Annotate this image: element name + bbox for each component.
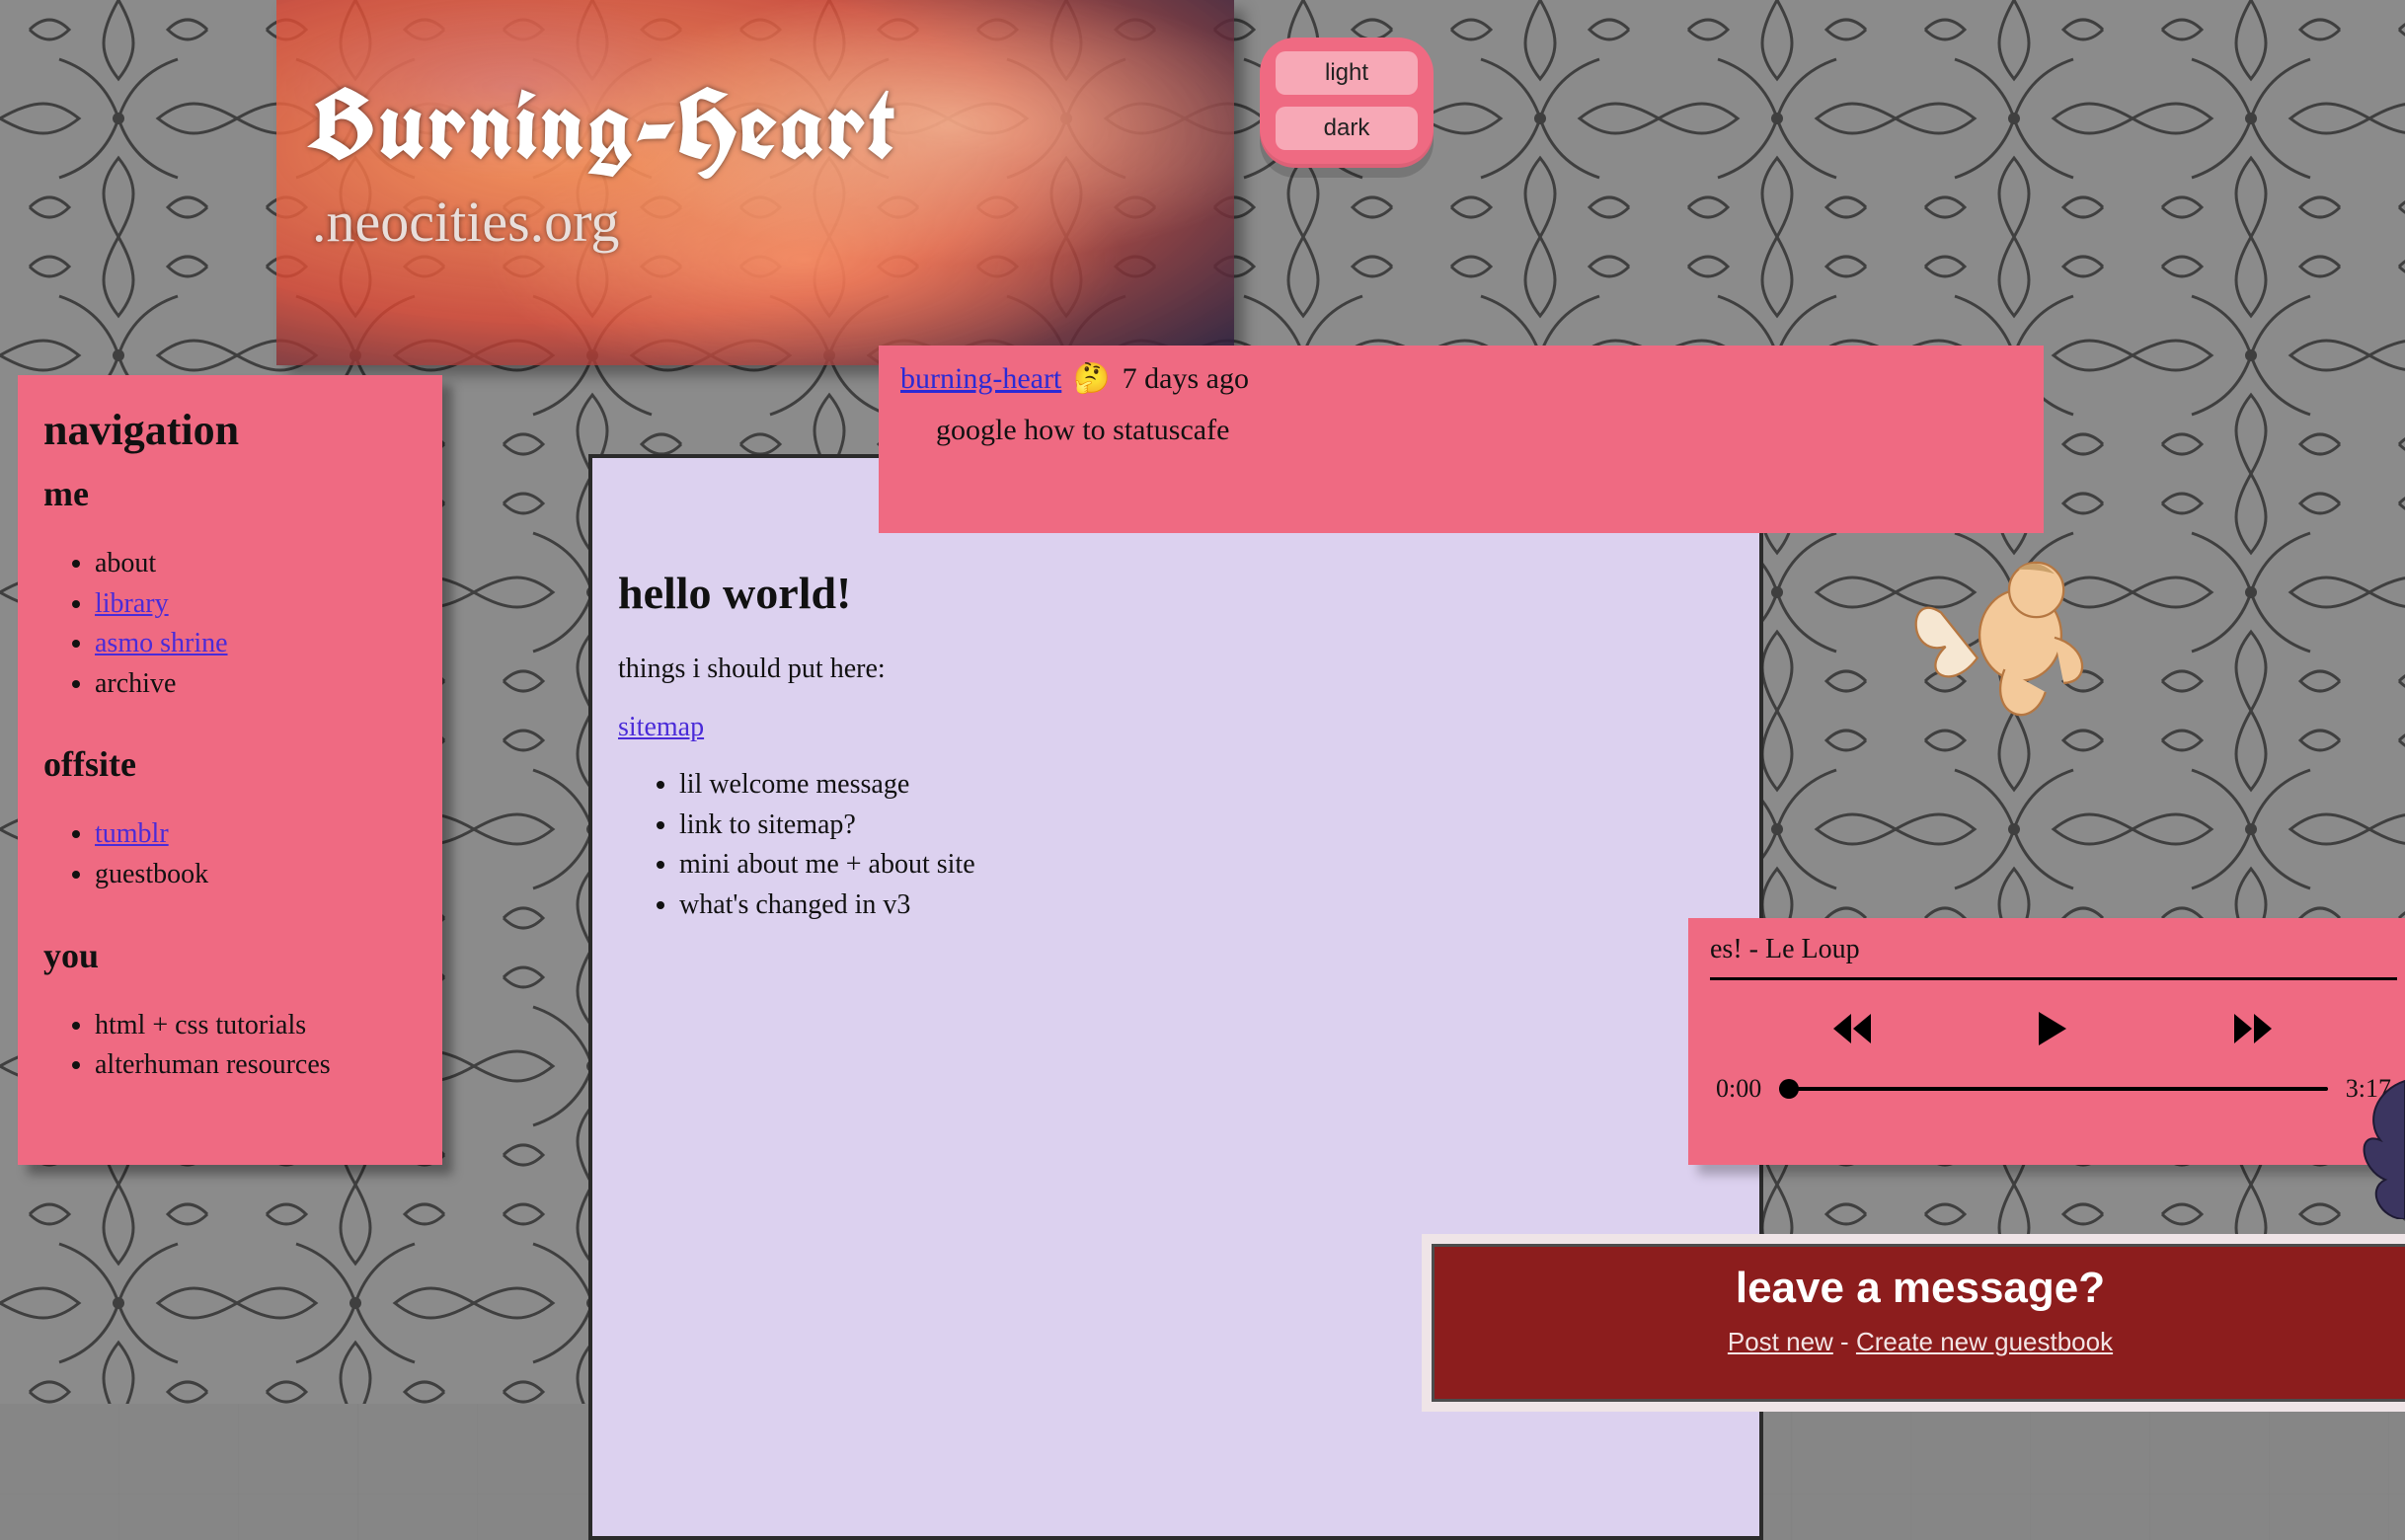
sidebar-item-alterhuman[interactable]: alterhuman resources	[95, 1045, 417, 1086]
sidebar-nav: navigation me about library asmo shrine …	[18, 375, 442, 1165]
status-header: burning-heart 🤔 7 days ago	[900, 361, 2022, 396]
site-banner: Burning-Heart .neocities.org	[276, 0, 1234, 365]
status-message: google how to statuscafe	[900, 396, 2022, 447]
seek-knob[interactable]	[1779, 1079, 1799, 1099]
player-controls	[1710, 980, 2397, 1064]
main-intro: things i should put here:	[618, 649, 1734, 690]
player-track-title: es! - Le Loup	[1710, 934, 2397, 980]
time-current: 0:00	[1716, 1074, 1761, 1104]
sidebar-link-library[interactable]: library	[95, 588, 169, 619]
previous-button[interactable]	[1822, 1008, 1885, 1052]
guestbook-create-link[interactable]: Create new guestbook	[1856, 1327, 2113, 1356]
main-bullet: link to sitemap?	[679, 806, 1734, 846]
sidebar-link-tumblr[interactable]: tumblr	[95, 818, 169, 849]
sidebar-item-tumblr[interactable]: tumblr	[95, 814, 417, 855]
sidebar-title: navigation	[43, 405, 417, 455]
sidebar-heading-me: me	[43, 473, 417, 514]
sidebar-item-about[interactable]: about	[95, 544, 417, 584]
status-time: 7 days ago	[1123, 362, 1249, 396]
forward-icon	[2232, 1014, 2276, 1043]
sidebar-item-tutorials[interactable]: html + css tutorials	[95, 1006, 417, 1046]
site-title: Burning-Heart	[276, 0, 1234, 189]
guestbook-heading: leave a message?	[1432, 1264, 2405, 1313]
sidebar-heading-offsite: offsite	[43, 743, 417, 785]
main-heading: hello world!	[618, 567, 1734, 619]
rewind-icon	[1831, 1014, 1875, 1043]
sidebar-list-you: html + css tutorials alterhuman resource…	[43, 1006, 417, 1086]
theme-light-button[interactable]: light	[1276, 51, 1418, 95]
guestbook-post-new-link[interactable]: Post new	[1728, 1327, 1833, 1356]
sidebar-heading-you: you	[43, 935, 417, 976]
site-subtitle: .neocities.org	[276, 189, 1234, 255]
play-icon	[2039, 1012, 2068, 1045]
status-cafe-widget: burning-heart 🤔 7 days ago google how to…	[879, 346, 2044, 533]
sidebar-list-offsite: tumblr guestbook	[43, 814, 417, 894]
status-user-link[interactable]: burning-heart	[900, 362, 1061, 396]
main-bullet: what's changed in v3	[679, 886, 1734, 926]
sidebar-item-asmo[interactable]: asmo shrine	[95, 624, 417, 664]
sidebar-list-me: about library asmo shrine archive	[43, 544, 417, 704]
sidebar-item-library[interactable]: library	[95, 584, 417, 625]
guestbook-widget: leave a message? Post new - Create new g…	[1422, 1234, 2405, 1412]
sidebar-item-archive[interactable]: archive	[95, 664, 417, 705]
main-bullet: lil welcome message	[679, 765, 1734, 806]
sidebar-link-asmo[interactable]: asmo shrine	[95, 628, 228, 658]
main-bullet: mini about me + about site	[679, 845, 1734, 886]
theme-switcher: light dark	[1260, 38, 1434, 168]
guestbook-separator: -	[1833, 1327, 1856, 1356]
guestbook-links: Post new - Create new guestbook	[1432, 1327, 2405, 1357]
sidebar-item-guestbook[interactable]: guestbook	[95, 855, 417, 895]
seek-track[interactable]	[1779, 1087, 2328, 1091]
cherub-icon	[1896, 533, 2123, 760]
next-button[interactable]	[2222, 1008, 2286, 1052]
theme-dark-button[interactable]: dark	[1276, 107, 1418, 150]
main-bullet-list: lil welcome message link to sitemap? min…	[618, 765, 1734, 925]
sitemap-link[interactable]: sitemap	[618, 712, 704, 743]
player-timeline: 0:00 3:17	[1710, 1064, 2397, 1104]
wing-decoration-icon	[2336, 1071, 2405, 1219]
music-player: es! - Le Loup 0:00 3:17	[1688, 918, 2405, 1165]
play-button[interactable]	[2029, 1006, 2078, 1054]
thinking-emoji-icon: 🤔	[1073, 361, 1110, 396]
